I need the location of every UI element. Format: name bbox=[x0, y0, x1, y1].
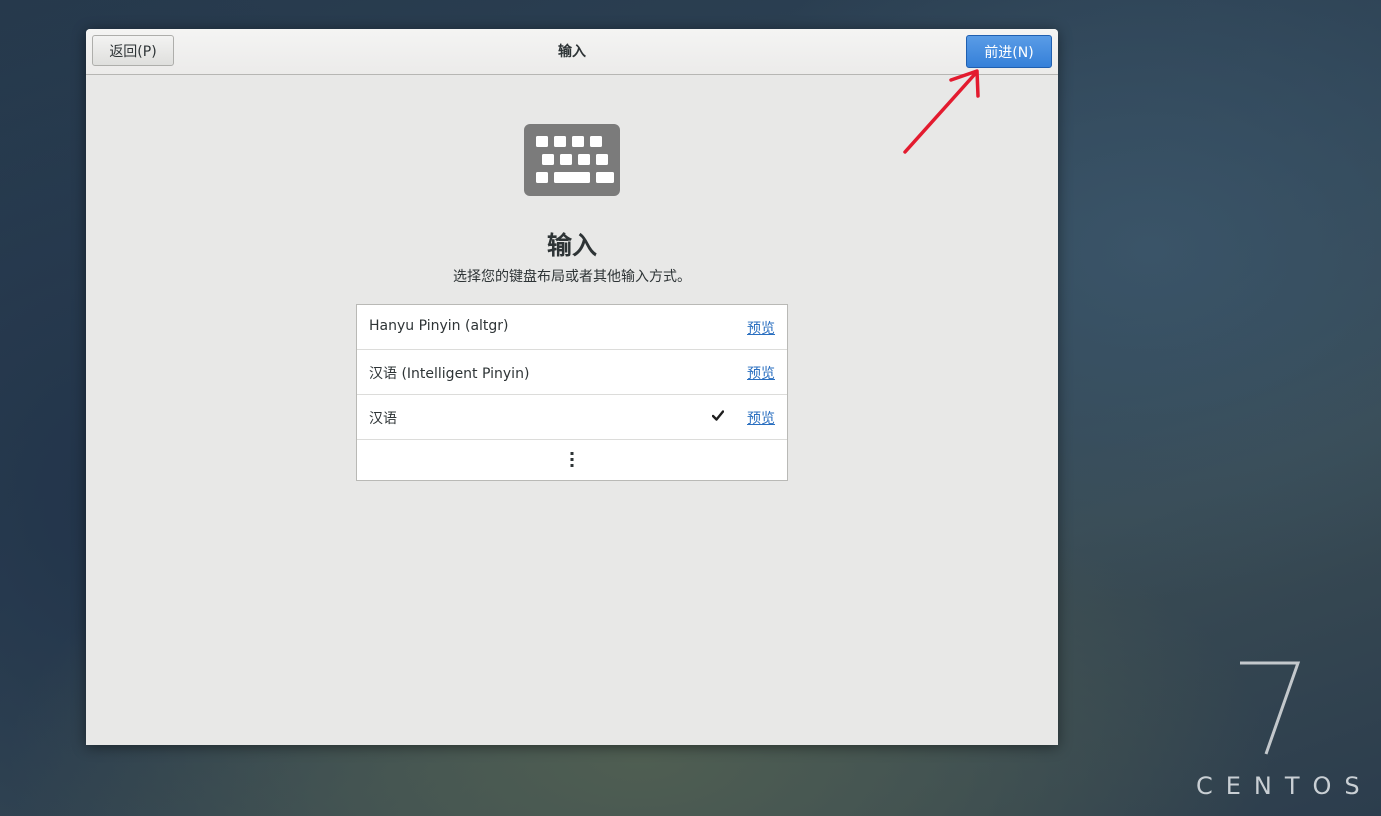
centos-logotype: CENTOS bbox=[1196, 772, 1373, 800]
input-source-row[interactable]: 汉语 预览 bbox=[357, 395, 787, 440]
keyboard-icon bbox=[524, 124, 620, 196]
header-title: 输入 bbox=[558, 44, 586, 60]
input-source-label: 汉语 (Intelligent Pinyin) bbox=[369, 366, 530, 382]
input-source-label: Hanyu Pinyin (altgr) bbox=[369, 318, 509, 334]
page-subtitle: 选择您的键盘布局或者其他输入方式。 bbox=[453, 269, 691, 285]
page-title: 输入 bbox=[546, 231, 597, 260]
input-source-label: 汉语 bbox=[369, 411, 397, 427]
content-area: 输入 选择您的键盘布局或者其他输入方式。 Hanyu Pinyin (altgr… bbox=[86, 75, 1058, 745]
more-vertical-icon bbox=[570, 452, 574, 467]
preview-link[interactable]: 预览 bbox=[747, 408, 775, 428]
input-source-row[interactable]: Hanyu Pinyin (altgr) 预览 bbox=[357, 305, 787, 350]
red-arrow-icon bbox=[903, 69, 980, 154]
preview-link[interactable]: 预览 bbox=[747, 363, 775, 383]
input-source-list: Hanyu Pinyin (altgr) 预览 汉语 (Intelligent … bbox=[356, 304, 788, 481]
input-source-row[interactable]: 汉语 (Intelligent Pinyin) 预览 bbox=[357, 350, 787, 395]
checkmark-icon bbox=[712, 410, 724, 421]
preview-link[interactable]: 预览 bbox=[747, 318, 775, 338]
centos-version-seven bbox=[1240, 661, 1301, 755]
more-sources-button[interactable] bbox=[357, 440, 787, 480]
